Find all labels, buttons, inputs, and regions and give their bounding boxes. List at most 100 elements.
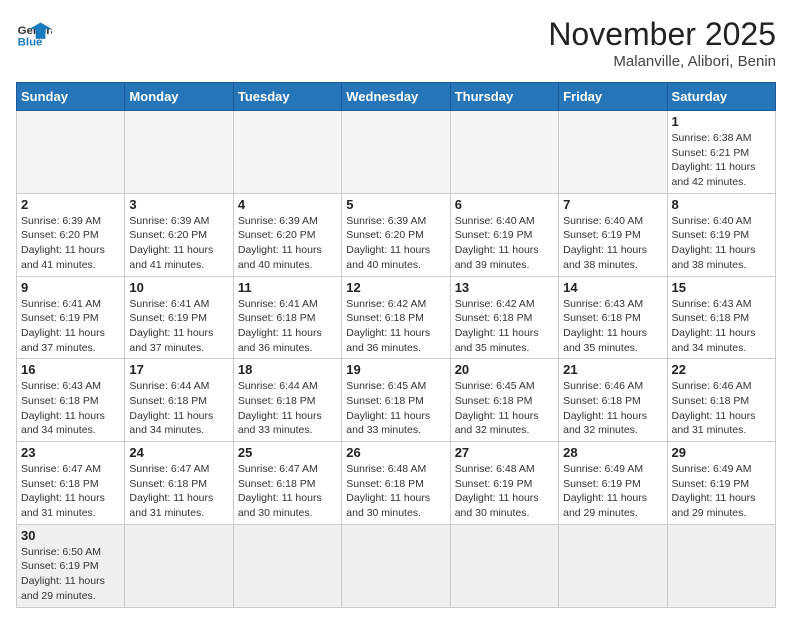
header-cell-sunday: Sunday [17,83,125,111]
day-info: Sunrise: 6:39 AMSunset: 6:20 PMDaylight:… [238,214,337,273]
day-cell [17,111,125,194]
header-row: SundayMondayTuesdayWednesdayThursdayFrid… [17,83,776,111]
day-cell [667,524,775,607]
day-info: Sunrise: 6:48 AMSunset: 6:19 PMDaylight:… [455,462,554,521]
day-number: 9 [21,280,120,295]
week-row-3: 16 Sunrise: 6:43 AMSunset: 6:18 PMDayligh… [17,359,776,442]
day-info: Sunrise: 6:38 AMSunset: 6:21 PMDaylight:… [672,131,771,190]
day-info: Sunrise: 6:41 AMSunset: 6:19 PMDaylight:… [21,297,120,356]
day-info: Sunrise: 6:41 AMSunset: 6:18 PMDaylight:… [238,297,337,356]
header-cell-tuesday: Tuesday [233,83,341,111]
day-cell: 19 Sunrise: 6:45 AMSunset: 6:18 PMDayligh… [342,359,450,442]
calendar-header: SundayMondayTuesdayWednesdayThursdayFrid… [17,83,776,111]
day-number: 22 [672,362,771,377]
week-row-0: 1 Sunrise: 6:38 AMSunset: 6:21 PMDaylight… [17,111,776,194]
day-info: Sunrise: 6:44 AMSunset: 6:18 PMDaylight:… [129,379,228,438]
day-cell: 16 Sunrise: 6:43 AMSunset: 6:18 PMDayligh… [17,359,125,442]
day-info: Sunrise: 6:42 AMSunset: 6:18 PMDaylight:… [455,297,554,356]
day-cell: 21 Sunrise: 6:46 AMSunset: 6:18 PMDayligh… [559,359,667,442]
day-info: Sunrise: 6:46 AMSunset: 6:18 PMDaylight:… [563,379,662,438]
day-cell [559,524,667,607]
day-number: 16 [21,362,120,377]
week-row-5: 30 Sunrise: 6:50 AMSunset: 6:19 PMDayligh… [17,524,776,607]
day-number: 28 [563,445,662,460]
day-number: 19 [346,362,445,377]
day-info: Sunrise: 6:43 AMSunset: 6:18 PMDaylight:… [672,297,771,356]
day-info: Sunrise: 6:50 AMSunset: 6:19 PMDaylight:… [21,545,120,604]
calendar-title: November 2025 [548,16,776,53]
day-cell: 4Sunrise: 6:39 AMSunset: 6:20 PMDaylight… [233,193,341,276]
day-info: Sunrise: 6:47 AMSunset: 6:18 PMDaylight:… [129,462,228,521]
day-number: 26 [346,445,445,460]
week-row-1: 2Sunrise: 6:39 AMSunset: 6:20 PMDaylight… [17,193,776,276]
day-info: Sunrise: 6:40 AMSunset: 6:19 PMDaylight:… [563,214,662,273]
day-cell [450,524,558,607]
day-cell: 8 Sunrise: 6:40 AMSunset: 6:19 PMDaylight… [667,193,775,276]
day-number: 17 [129,362,228,377]
day-info: Sunrise: 6:39 AMSunset: 6:20 PMDaylight:… [21,214,120,273]
day-info: Sunrise: 6:45 AMSunset: 6:18 PMDaylight:… [455,379,554,438]
day-number: 27 [455,445,554,460]
day-info: Sunrise: 6:39 AMSunset: 6:20 PMDaylight:… [129,214,228,273]
day-cell [233,524,341,607]
day-cell: 9 Sunrise: 6:41 AMSunset: 6:19 PMDaylight… [17,276,125,359]
day-cell: 24Sunrise: 6:47 AMSunset: 6:18 PMDayligh… [125,442,233,525]
day-number: 14 [563,280,662,295]
day-cell: 13 Sunrise: 6:42 AMSunset: 6:18 PMDayligh… [450,276,558,359]
day-info: Sunrise: 6:46 AMSunset: 6:18 PMDaylight:… [672,379,771,438]
day-info: Sunrise: 6:43 AMSunset: 6:18 PMDaylight:… [563,297,662,356]
day-cell: 28 Sunrise: 6:49 AMSunset: 6:19 PMDayligh… [559,442,667,525]
day-number: 30 [21,528,120,543]
day-cell: 1 Sunrise: 6:38 AMSunset: 6:21 PMDaylight… [667,111,775,194]
day-cell: 25Sunrise: 6:47 AMSunset: 6:18 PMDayligh… [233,442,341,525]
day-cell: 5Sunrise: 6:39 AMSunset: 6:20 PMDaylight… [342,193,450,276]
day-number: 13 [455,280,554,295]
day-info: Sunrise: 6:40 AMSunset: 6:19 PMDaylight:… [672,214,771,273]
day-number: 8 [672,197,771,212]
day-number: 15 [672,280,771,295]
day-cell: 29 Sunrise: 6:49 AMSunset: 6:19 PMDayligh… [667,442,775,525]
day-info: Sunrise: 6:41 AMSunset: 6:19 PMDaylight:… [129,297,228,356]
calendar-subtitle: Malanville, Alibori, Benin [548,53,776,70]
day-number: 1 [672,114,771,129]
day-number: 3 [129,197,228,212]
day-number: 29 [672,445,771,460]
logo-icon: General Blue [16,16,52,52]
day-info: Sunrise: 6:45 AMSunset: 6:18 PMDaylight:… [346,379,445,438]
day-info: Sunrise: 6:47 AMSunset: 6:18 PMDaylight:… [21,462,120,521]
day-info: Sunrise: 6:49 AMSunset: 6:19 PMDaylight:… [563,462,662,521]
day-cell: 23Sunrise: 6:47 AMSunset: 6:18 PMDayligh… [17,442,125,525]
calendar-table: SundayMondayTuesdayWednesdayThursdayFrid… [16,82,776,608]
day-info: Sunrise: 6:49 AMSunset: 6:19 PMDaylight:… [672,462,771,521]
day-info: Sunrise: 6:40 AMSunset: 6:19 PMDaylight:… [455,214,554,273]
day-cell: 18 Sunrise: 6:44 AMSunset: 6:18 PMDayligh… [233,359,341,442]
day-cell: 14 Sunrise: 6:43 AMSunset: 6:18 PMDayligh… [559,276,667,359]
day-cell: 30 Sunrise: 6:50 AMSunset: 6:19 PMDayligh… [17,524,125,607]
day-cell [450,111,558,194]
day-info: Sunrise: 6:44 AMSunset: 6:18 PMDaylight:… [238,379,337,438]
day-cell: 17 Sunrise: 6:44 AMSunset: 6:18 PMDayligh… [125,359,233,442]
day-number: 11 [238,280,337,295]
day-number: 21 [563,362,662,377]
header-cell-saturday: Saturday [667,83,775,111]
header-cell-monday: Monday [125,83,233,111]
day-number: 25 [238,445,337,460]
header-cell-thursday: Thursday [450,83,558,111]
day-info: Sunrise: 6:42 AMSunset: 6:18 PMDaylight:… [346,297,445,356]
day-number: 18 [238,362,337,377]
day-cell: 3 Sunrise: 6:39 AMSunset: 6:20 PMDaylight… [125,193,233,276]
day-cell: 15 Sunrise: 6:43 AMSunset: 6:18 PMDayligh… [667,276,775,359]
day-cell: 10Sunrise: 6:41 AMSunset: 6:19 PMDayligh… [125,276,233,359]
header-cell-friday: Friday [559,83,667,111]
week-row-2: 9 Sunrise: 6:41 AMSunset: 6:19 PMDaylight… [17,276,776,359]
day-info: Sunrise: 6:43 AMSunset: 6:18 PMDaylight:… [21,379,120,438]
week-row-4: 23Sunrise: 6:47 AMSunset: 6:18 PMDayligh… [17,442,776,525]
day-cell: 20Sunrise: 6:45 AMSunset: 6:18 PMDayligh… [450,359,558,442]
day-info: Sunrise: 6:39 AMSunset: 6:20 PMDaylight:… [346,214,445,273]
day-cell: 12 Sunrise: 6:42 AMSunset: 6:18 PMDayligh… [342,276,450,359]
day-number: 12 [346,280,445,295]
page-header: General Blue November 2025 Malanville, A… [16,16,776,70]
header-cell-wednesday: Wednesday [342,83,450,111]
day-cell: 6Sunrise: 6:40 AMSunset: 6:19 PMDaylight… [450,193,558,276]
day-number: 7 [563,197,662,212]
